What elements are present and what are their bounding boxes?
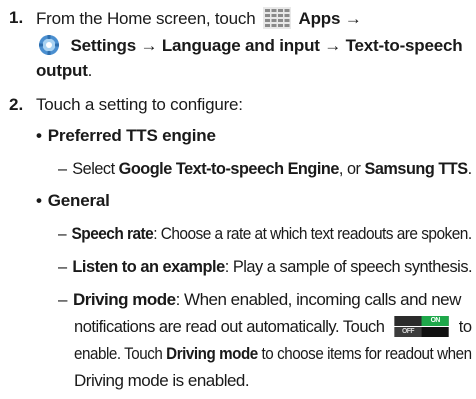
listen-example-item: – Listen to an example: Play a sample of … — [58, 256, 473, 278]
period: . — [467, 159, 473, 178]
preferred-heading: • Preferred TTS engine — [36, 125, 216, 147]
driving-mode-line-4: Driving mode is enabled. — [74, 371, 250, 390]
dash: – — [58, 290, 67, 309]
dash: – — [58, 257, 67, 276]
general-heading: • General — [36, 190, 110, 212]
driving-mode-line-3: enable. Touch Driving mode to choose ite… — [74, 343, 472, 365]
toggle-on-label: ON — [421, 316, 449, 326]
bullet: • — [36, 126, 42, 145]
driving-mode-desc-2a: notifications are read out automatically… — [74, 317, 385, 336]
listen-example-desc: : Play a sample of speech synthesis. — [224, 257, 473, 276]
step-1-line-1: From the Home screen, touch Apps → — [36, 7, 362, 30]
driving-mode-toggle-icon: ON OFF — [394, 316, 449, 337]
samsung-tts-option: Samsung TTS — [364, 159, 469, 178]
driving-mode-desc-3a: enable. Touch — [74, 344, 163, 363]
step-1-intro: From the Home screen, touch — [36, 9, 256, 28]
driving-mode-desc-2b: to — [458, 317, 472, 336]
step-1-line-2: Settings → Language and input → Text-to-… — [38, 34, 463, 57]
general-title: General — [47, 191, 110, 210]
listen-example-term: Listen to an example — [72, 257, 225, 276]
preferred-title: Preferred TTS engine — [47, 126, 216, 145]
toggle-off-label: OFF — [394, 327, 422, 337]
step-1-line-3: output. — [36, 60, 92, 82]
select-prefix: Select — [72, 159, 115, 178]
apps-label: Apps → — [298, 9, 362, 28]
step-2-number: 2. — [9, 95, 24, 114]
bullet: • — [36, 191, 42, 210]
manual-page: 1. From the Home screen, touch Apps → Se… — [0, 0, 476, 399]
speech-rate-desc: : Choose a rate at which text readouts a… — [153, 224, 472, 243]
speech-rate-item: – Speech rate: Choose a rate at which tex… — [58, 223, 472, 245]
settings-path: Settings → Language and input → Text-to-… — [70, 36, 463, 55]
driving-mode-term: Driving mode — [72, 290, 176, 309]
driving-mode-desc-1: : When enabled, incoming calls and new — [175, 290, 462, 309]
driving-mode-term-2: Driving mode — [166, 344, 258, 363]
driving-mode-line-2: notifications are read out automatically… — [74, 316, 472, 338]
settings-path-end: output — [36, 61, 88, 80]
step-1-number: 1. — [9, 8, 24, 27]
toggle-track-bottom — [421, 327, 449, 337]
settings-gear-icon — [39, 35, 59, 55]
preferred-select-line: – Select Google Text-to-speech Engine, or… — [58, 158, 472, 180]
dash: – — [58, 159, 67, 178]
or-text: , or — [338, 159, 361, 178]
driving-mode-line-1: – Driving mode: When enabled, incoming ca… — [58, 289, 461, 311]
apps-grid-icon — [263, 7, 291, 29]
google-tts-option: Google Text-to-speech Engine — [118, 159, 340, 178]
dash: – — [58, 224, 67, 243]
speech-rate-term: Speech rate — [71, 224, 154, 243]
step-2-text: Touch a setting to configure: — [36, 95, 243, 114]
driving-mode-desc-3b: to choose items for readout when — [261, 344, 472, 363]
period: . — [87, 61, 93, 80]
